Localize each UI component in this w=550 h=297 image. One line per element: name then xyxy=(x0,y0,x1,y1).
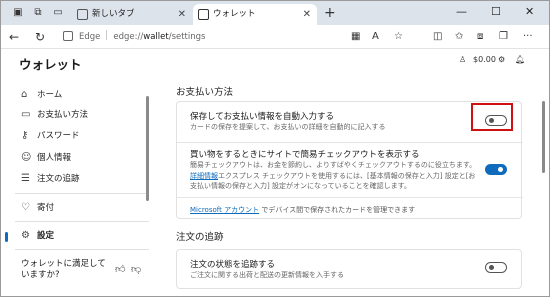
url-text[interactable]: Edge edge://wallet/settings xyxy=(79,30,205,44)
sidebar: ⌂ ホーム ▭ お支払い方法 ⚷ パスワード ☺ 個人情報 ☰ 注文の追跡 ♡ … xyxy=(1,73,157,296)
order-tracking-card: 注文の状態を追跡する ご注文に関する出荷と配送の更新情報を入手する xyxy=(176,249,522,289)
sidebar-scrollbar[interactable] xyxy=(146,96,149,201)
thumbs-down-icon[interactable]: 👎︎ xyxy=(131,263,141,275)
tab-label: 新しいタブ xyxy=(92,9,135,19)
learn-more-link[interactable]: 詳細情報 xyxy=(190,172,218,180)
new-tab-favicon-icon xyxy=(77,9,88,20)
feedback-prompt: ウォレットに満足していますか? xyxy=(21,259,106,280)
close-window-icon[interactable]: ✕ xyxy=(525,3,534,21)
site-label: Edge xyxy=(79,32,101,42)
active-indicator xyxy=(5,232,8,242)
microsoft-account-link[interactable]: Microsoft アカウント xyxy=(190,206,259,214)
key-icon: ⚷ xyxy=(21,130,29,141)
url-prefix: edge:// xyxy=(113,32,144,42)
tab-label: ウォレット xyxy=(213,9,256,19)
rewards-icon[interactable]: ♙ xyxy=(459,53,466,67)
gear-icon: ⚙ xyxy=(21,230,30,241)
highlight-box xyxy=(471,103,513,131)
track-orders-title: 注文の状態を追跡する xyxy=(190,260,276,270)
page-title: ウォレット xyxy=(19,57,82,72)
address-bar-row: ← ↻ Edge edge://wallet/settings ▦ A ☆ ◫ ✩… xyxy=(1,25,549,49)
track-orders-desc: ご注文に関する出荷と配送の更新情報を入手する xyxy=(190,271,344,279)
sidebar-item-home[interactable]: ⌂ ホーム xyxy=(21,87,62,103)
express-checkout-title: 買い物をするときにサイトで簡易チェックアウトを表示する xyxy=(190,150,420,160)
read-aloud-icon[interactable]: A xyxy=(372,29,379,45)
minimize-icon[interactable]: — xyxy=(456,3,467,21)
close-tab-icon[interactable]: ✕ xyxy=(178,4,186,25)
workspaces-icon[interactable]: ⧉ xyxy=(30,5,46,21)
more-options-icon[interactable]: ··· xyxy=(523,29,533,45)
refresh-icon[interactable]: ↻ xyxy=(35,29,45,45)
sidebar-item-label: お支払い方法 xyxy=(37,110,89,120)
split-screen-icon[interactable]: ◫ xyxy=(433,29,442,45)
sidebar-item-order-tracking[interactable]: ☰ 注文の追跡 xyxy=(21,171,80,187)
sidebar-item-label: パスワード xyxy=(37,131,80,141)
collections-icon[interactable]: ⧈ xyxy=(477,29,483,45)
heart-icon: ♡ xyxy=(21,202,30,213)
sidebar-item-settings[interactable]: ⚙ 設定 xyxy=(21,228,54,244)
sidebar-item-label: ホーム xyxy=(37,90,63,100)
url-host: wallet xyxy=(143,32,169,42)
back-icon[interactable]: ← xyxy=(9,29,19,45)
browser-window: ▣ ⧉ ▭ 新しいタブ ✕ ウォレット ✕ + — ☐ ✕ ← ↻ Edge ed… xyxy=(0,0,550,297)
sidebar-item-payment[interactable]: ▭ お支払い方法 xyxy=(21,107,88,123)
profile-icon[interactable]: ▣ xyxy=(10,5,26,21)
favorite-star-icon[interactable]: ☆ xyxy=(394,29,403,45)
new-tab-icon[interactable]: + xyxy=(324,4,336,22)
autofill-setting-desc: カードの保存を提案して、お支払いの詳細を自動的に記入する xyxy=(190,123,386,131)
sidebar-item-donations[interactable]: ♡ 寄付 xyxy=(21,200,54,216)
sidebar-item-label: 注文の追跡 xyxy=(37,174,80,184)
sidebar-item-personal-info[interactable]: ☺ 個人情報 xyxy=(21,150,71,166)
close-tab-icon[interactable]: ✕ xyxy=(303,4,311,25)
thumbs-up-icon[interactable]: 👍︎ xyxy=(115,263,125,275)
wallet-favicon-icon xyxy=(198,9,209,20)
home-icon: ⌂ xyxy=(21,89,28,100)
sidebar-item-label: 寄付 xyxy=(37,203,55,213)
card-divider xyxy=(177,197,523,198)
list-icon: ☰ xyxy=(21,173,30,184)
maximize-icon[interactable]: ☐ xyxy=(491,3,501,21)
sidebar-item-label: 設定 xyxy=(37,231,55,241)
autofill-setting-title: 保存してお支払い情報を自動入力する xyxy=(190,112,334,122)
card-divider xyxy=(177,142,523,143)
ms-note-text: でデバイス間で保存されたカードを管理できます xyxy=(261,206,416,214)
tab-new-tab[interactable]: 新しいタブ ✕ xyxy=(72,4,192,25)
tab-wallet[interactable]: ウォレット ✕ xyxy=(193,4,317,25)
url-box[interactable]: Edge edge://wallet/settings xyxy=(61,28,401,46)
sidebar-item-label: 個人情報 xyxy=(37,153,72,163)
wallet-header: ウォレット ♙ $0.00 ⚙ 🔔︎ xyxy=(1,49,549,73)
notification-bell-icon[interactable]: 🔔︎ xyxy=(515,53,525,67)
extensions-icon[interactable]: ❐ xyxy=(499,29,508,45)
balance-text[interactable]: $0.00 xyxy=(473,53,496,67)
card-icon: ▭ xyxy=(21,109,31,120)
app-available-icon[interactable]: ▦ xyxy=(351,29,360,45)
express-desc-text: エクスプレス チェックアウトを使用するには、[基本情報の保存と入力] 設定と[お… xyxy=(190,171,476,191)
track-orders-toggle[interactable] xyxy=(485,262,507,273)
sidebar-divider xyxy=(15,221,149,222)
section-title-payment: お支払い方法 xyxy=(176,87,234,98)
url-path: /settings xyxy=(168,32,206,42)
express-checkout-desc: 簡易チェックアウトは、お金を節約し、よりすばやくチェックアウトするのに役立ちます… xyxy=(190,160,478,192)
settings-icon[interactable]: ⚙ xyxy=(498,53,505,67)
site-info-icon[interactable] xyxy=(63,31,73,41)
sidebar-item-passwords[interactable]: ⚷ パスワード xyxy=(21,128,80,144)
main-scrollbar[interactable] xyxy=(542,101,545,173)
express-desc-text: 簡易チェックアウトは、お金を節約し、よりすばやくチェックアウトするのに役立ちます… xyxy=(190,161,477,169)
microsoft-account-note: Microsoft アカウント でデバイス間で保存されたカードを管理できます xyxy=(190,205,415,215)
sidebar-divider xyxy=(15,193,149,194)
person-icon: ☺ xyxy=(21,152,32,163)
express-checkout-toggle[interactable] xyxy=(485,164,507,175)
sidebar-divider xyxy=(15,249,149,250)
tab-bar: ▣ ⧉ ▭ 新しいタブ ✕ ウォレット ✕ + — ☐ ✕ xyxy=(1,1,549,25)
tab-actions-icon[interactable]: ▭ xyxy=(50,5,66,21)
favorites-icon[interactable]: ✩ xyxy=(455,29,463,45)
section-title-orders: 注文の追跡 xyxy=(176,232,224,243)
